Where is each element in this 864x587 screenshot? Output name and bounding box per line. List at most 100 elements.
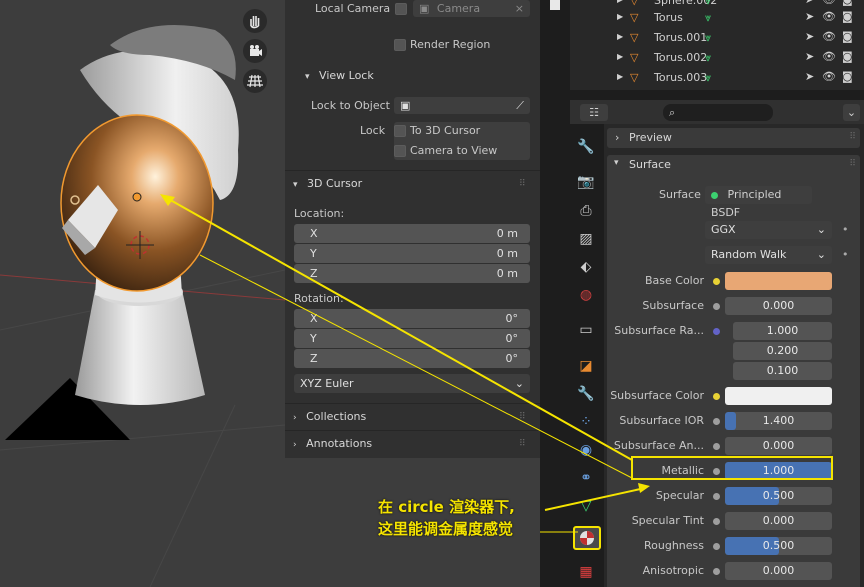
subsurface-method-dropdown[interactable]: Random Walk ⌄	[705, 246, 832, 264]
socket-icon[interactable]	[713, 518, 720, 525]
constraints-tab-icon[interactable]: ⚭	[576, 468, 596, 488]
annotations-header[interactable]: › Annotations	[293, 437, 372, 450]
expand-arrow-icon[interactable]: ▶	[617, 0, 623, 4]
socket-icon[interactable]	[713, 493, 720, 500]
select-arrow-icon[interactable]: ➤	[805, 50, 814, 63]
modifier-tab-icon[interactable]: 🔧	[576, 384, 596, 404]
location-x-field[interactable]: X 0 m	[294, 224, 530, 243]
outliner-row[interactable]: ▶ ▽ Torus ⩔ ➤ 👁 ◙	[570, 10, 864, 28]
hand-icon[interactable]	[243, 9, 267, 36]
eyedropper-icon[interactable]: ⟋	[516, 97, 524, 114]
select-arrow-icon[interactable]: ➤	[805, 70, 814, 83]
value-slider[interactable]: 0.200	[733, 342, 832, 360]
drag-handle-icon[interactable]: ⠿	[849, 132, 856, 142]
value-slider[interactable]: 0.000	[725, 297, 832, 315]
camera-render-icon[interactable]: ◙	[842, 10, 853, 23]
area-separator[interactable]	[540, 0, 570, 587]
location-z-field[interactable]: Z 0 m	[294, 264, 530, 283]
lock-to-object-field[interactable]: ▣ ⟋	[394, 97, 530, 114]
camera-render-icon[interactable]: ◙	[842, 50, 853, 63]
mesh-data-icon[interactable]: ⩔	[705, 71, 711, 85]
socket-icon[interactable]	[713, 443, 720, 450]
drag-handle-icon[interactable]: ⠿	[849, 159, 856, 169]
material-tab-icon[interactable]	[573, 526, 601, 550]
drag-handle-icon[interactable]: ⠿	[519, 439, 526, 449]
expand-arrow-icon[interactable]: ▶	[617, 72, 623, 81]
distribution-dropdown[interactable]: GGX ⌄	[705, 221, 832, 239]
outliner-row[interactable]: ▶ ▽ Torus.001 ⩔ ➤ 👁 ◙	[570, 30, 864, 48]
expand-arrow-icon[interactable]: ▶	[617, 12, 623, 21]
mesh-data-icon[interactable]: ⩔	[705, 11, 711, 25]
3d-cursor-header[interactable]: ▾ 3D Cursor	[293, 177, 362, 190]
object-name[interactable]: Torus.001	[654, 31, 707, 44]
eye-icon[interactable]: 👁	[822, 70, 836, 83]
mesh-data-icon[interactable]: ⩔	[705, 0, 711, 8]
eye-icon[interactable]: 👁	[822, 50, 836, 63]
select-arrow-icon[interactable]: ➤	[805, 10, 814, 23]
render-region-checkbox[interactable]	[394, 39, 406, 51]
sidebar-tab[interactable]	[550, 0, 560, 10]
texture-tab-icon[interactable]: ▦	[576, 562, 596, 582]
drag-handle-icon[interactable]: ⠿	[519, 179, 526, 189]
socket-icon[interactable]	[713, 468, 720, 475]
location-y-field[interactable]: Y 0 m	[294, 244, 530, 263]
value-slider[interactable]: 0.000	[725, 512, 832, 530]
value-slider[interactable]: 1.000	[733, 322, 832, 340]
scene-tab-icon[interactable]: ⬖	[576, 257, 596, 277]
color-swatch[interactable]	[725, 272, 832, 290]
drag-handle-icon[interactable]: ⠿	[519, 412, 526, 422]
eye-icon[interactable]: 👁	[822, 30, 836, 43]
socket-icon[interactable]	[713, 418, 720, 425]
value-slider[interactable]: 1.400	[725, 412, 832, 430]
editor-type-dropdown[interactable]: ☷	[580, 104, 608, 121]
socket-icon[interactable]	[713, 393, 720, 400]
expand-arrow-icon[interactable]: ▶	[617, 32, 623, 41]
object-name[interactable]: Torus.003	[654, 71, 707, 84]
view-lock-header[interactable]: ▾ View Lock	[305, 69, 374, 82]
select-arrow-icon[interactable]: ➤	[805, 30, 814, 43]
local-camera-checkbox[interactable]	[395, 3, 407, 15]
mesh-data-icon[interactable]: ⩔	[705, 31, 711, 45]
camera-to-view-checkbox[interactable]	[394, 145, 406, 157]
camera-view-icon[interactable]	[243, 39, 267, 66]
clear-icon[interactable]: ×	[515, 0, 524, 17]
socket-icon[interactable]	[713, 543, 720, 550]
collection-tab-icon[interactable]: ▭	[576, 320, 596, 340]
value-slider[interactable]: 0.000	[725, 437, 832, 455]
value-slider[interactable]: 0.000	[725, 562, 832, 580]
object-name[interactable]: Torus.002	[654, 51, 707, 64]
outliner-row[interactable]: ▶ ▽ Torus.003 ⩔ ➤ 👁 ◙	[570, 70, 864, 88]
color-swatch[interactable]	[725, 387, 832, 405]
particles-tab-icon[interactable]: ⁘	[576, 412, 596, 432]
socket-icon[interactable]	[713, 328, 720, 335]
rotation-mode-dropdown[interactable]: XYZ Euler ⌄	[294, 374, 530, 393]
grid-icon[interactable]	[243, 69, 267, 96]
mesh-data-icon[interactable]: ⩔	[705, 51, 711, 65]
to-3d-cursor-checkbox[interactable]	[394, 125, 406, 137]
local-camera-field[interactable]: ▣ Camera ×	[413, 0, 530, 17]
options-dropdown[interactable]: ⌄	[843, 104, 860, 121]
value-slider[interactable]: 0.500	[725, 487, 832, 505]
tool-tab-icon[interactable]: 🔧	[576, 137, 596, 157]
view-layer-tab-icon[interactable]: ▨	[576, 229, 596, 249]
eye-icon[interactable]: 👁	[822, 10, 836, 23]
physics-tab-icon[interactable]: ◉	[576, 440, 596, 460]
rotation-z-field[interactable]: Z 0°	[294, 349, 530, 368]
output-tab-icon[interactable]: ⎙	[576, 201, 596, 221]
object-tab-icon[interactable]: ◪	[576, 356, 596, 376]
3d-viewport[interactable]	[0, 0, 285, 587]
preview-panel-header[interactable]: › Preview ⠿	[607, 128, 860, 148]
data-tab-icon[interactable]: ▽	[576, 496, 596, 516]
render-tab-icon[interactable]: 📷	[576, 172, 596, 192]
object-name[interactable]: Torus	[654, 11, 683, 24]
socket-icon[interactable]	[713, 278, 720, 285]
eye-icon[interactable]: 👁	[822, 0, 836, 6]
camera-render-icon[interactable]: ◙	[842, 30, 853, 43]
value-slider[interactable]: 0.100	[733, 362, 832, 380]
camera-render-icon[interactable]: ◙	[842, 0, 853, 6]
select-arrow-icon[interactable]: ➤	[805, 0, 814, 6]
expand-arrow-icon[interactable]: ▶	[617, 52, 623, 61]
camera-render-icon[interactable]: ◙	[842, 70, 853, 83]
collections-header[interactable]: › Collections	[293, 410, 366, 423]
outliner-row[interactable]: ▶ ▽ Torus.002 ⩔ ➤ 👁 ◙	[570, 50, 864, 68]
